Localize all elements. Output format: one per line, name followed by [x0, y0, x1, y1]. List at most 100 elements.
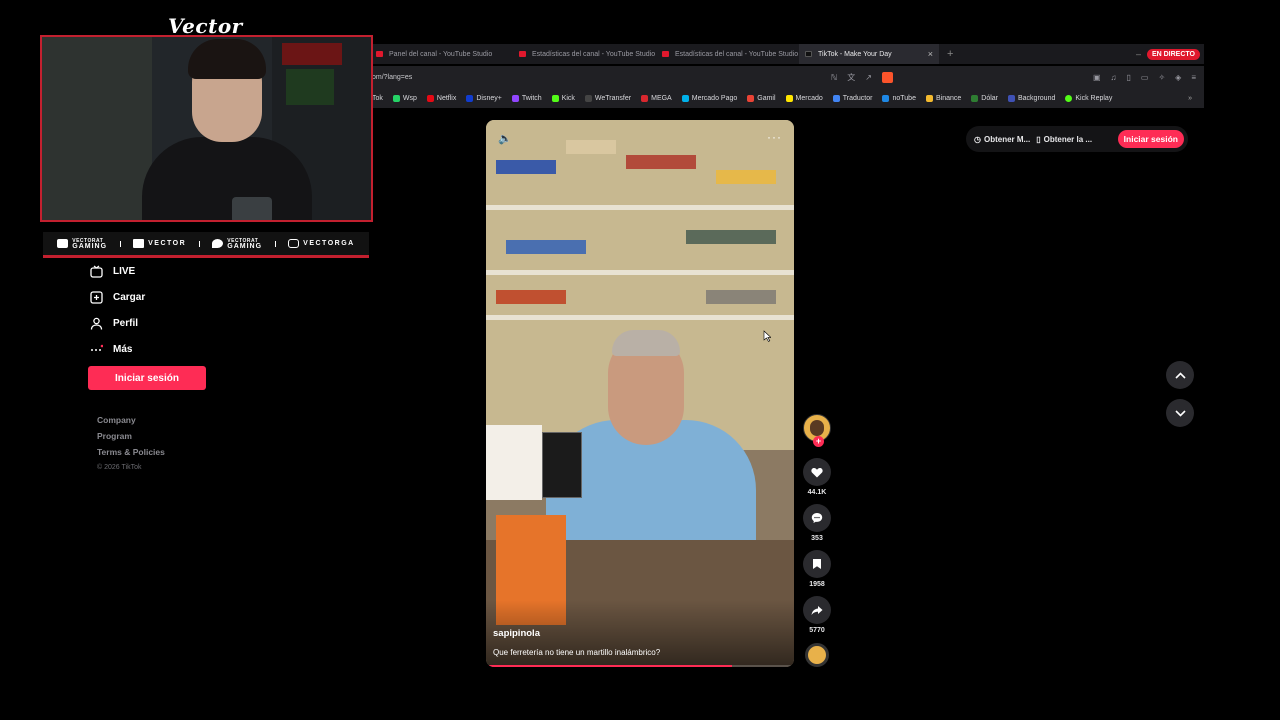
- notube-icon: [882, 94, 890, 102]
- divider: [274, 240, 276, 247]
- follow-plus-icon[interactable]: +: [813, 436, 824, 447]
- translate-icon[interactable]: 文: [847, 72, 855, 83]
- bookmark-label: Binance: [935, 94, 962, 102]
- shelf-product: [506, 240, 586, 254]
- bookmark-item[interactable]: Kick: [551, 94, 575, 102]
- get-app-label: Obtener M...: [983, 134, 1031, 144]
- shelf-product: [706, 290, 776, 304]
- url-field[interactable]: om/?lang=es: [370, 74, 412, 81]
- tiktok-favicon-icon: [805, 51, 812, 57]
- social-links-banner: VECTORAT GAMING VECTOR VECTORAT GAMING VEC…: [43, 232, 369, 258]
- minimize-icon[interactable]: –: [1136, 49, 1141, 59]
- get-app-link[interactable]: ◷ Obtener M...: [974, 135, 1030, 144]
- chevron-up-icon: [1174, 371, 1186, 379]
- sidebar-item-upload[interactable]: Cargar: [90, 284, 145, 310]
- comment-count: 353: [811, 535, 823, 542]
- bookmark-item[interactable]: Netflix: [426, 94, 457, 102]
- close-tab-icon[interactable]: ×: [928, 49, 933, 59]
- sidebar-item-profile[interactable]: Perfil: [90, 310, 145, 336]
- browser-tab-bar: Panel del canal - YouTube Studio Estadís…: [370, 44, 1204, 64]
- bookmark-item[interactable]: WeTransfer: [584, 94, 632, 102]
- background-icon: [1008, 94, 1015, 102]
- screenshot-icon[interactable]: ▣: [1093, 73, 1101, 82]
- browser-tab[interactable]: Estadísticas del canal - YouTube Studio: [656, 44, 799, 64]
- bookmark-item[interactable]: Binance: [925, 94, 962, 102]
- sidebar-item-live[interactable]: LIVE: [90, 258, 145, 284]
- netflix-icon: [426, 94, 434, 102]
- bookmark-item[interactable]: Wsp: [392, 94, 417, 102]
- bookmark-label: Twitch: [521, 94, 542, 102]
- upload-plus-icon: [90, 290, 103, 304]
- header-login-button[interactable]: Iniciar sesión: [1117, 130, 1184, 148]
- bookmark-item[interactable]: Dólar: [971, 94, 998, 102]
- video-author[interactable]: sapipinola: [493, 628, 540, 639]
- sidebar-item-label: Perfil: [113, 317, 139, 329]
- previous-video-button[interactable]: [1166, 361, 1194, 389]
- leo-ai-icon[interactable]: ✧: [1158, 73, 1165, 82]
- bookmark-item[interactable]: Twitch: [511, 94, 542, 102]
- creator-avatar[interactable]: +: [803, 414, 831, 447]
- music-icon[interactable]: ♫: [1111, 73, 1117, 82]
- footer-link-program[interactable]: Program: [97, 430, 165, 446]
- social-label: VECTOR: [148, 240, 187, 247]
- browser-tab[interactable]: Panel del canal - YouTube Studio: [370, 44, 513, 64]
- comment-button[interactable]: [803, 504, 831, 532]
- divider: [119, 240, 121, 247]
- address-bar: om/?lang=es ℕ 文 ↗ ▣ ♫ ▯ ▭ ✧ ◈ ≡: [370, 66, 1204, 88]
- music-disc-icon[interactable]: [805, 643, 829, 667]
- next-video-button[interactable]: [1166, 399, 1194, 427]
- share-button[interactable]: [803, 596, 831, 624]
- footer-link-terms[interactable]: Terms & Policies: [97, 446, 165, 462]
- bookmark-label: Netflix: [436, 94, 457, 102]
- menu-icon[interactable]: ≡: [1191, 73, 1196, 82]
- video-caption: Que ferretería no tiene un martillo inal…: [493, 648, 661, 657]
- sound-icon[interactable]: 🔈: [498, 132, 512, 145]
- brave-shield-icon[interactable]: [881, 71, 893, 83]
- more-bookmarks-icon[interactable]: »: [1188, 95, 1192, 102]
- shopkeeper-hair: [612, 330, 680, 356]
- bookmark-label: Tok: [372, 94, 383, 102]
- dollar-icon: [971, 94, 979, 102]
- video-progress-bar[interactable]: [486, 665, 794, 667]
- app-icon: ◷: [974, 134, 981, 144]
- bookmark-label: Kick Replay: [1075, 94, 1113, 102]
- social-twitter: VECTORAT GAMING: [212, 238, 262, 250]
- bookmark-item[interactable]: Mercado Pago: [681, 94, 737, 102]
- shelf-product: [566, 140, 616, 154]
- video-player[interactable]: 🔈 ··· sapipinola Que ferretería no tiene…: [486, 120, 794, 667]
- reader-mode-icon[interactable]: ℕ: [831, 73, 837, 82]
- bookmark-item[interactable]: Gamil: [747, 94, 776, 102]
- sidebar-login-button[interactable]: Iniciar sesión: [88, 366, 206, 390]
- bookmark-item[interactable]: Disney+: [466, 94, 502, 102]
- store-sign: [542, 432, 582, 498]
- get-desktop-link[interactable]: ▯ Obtener la ...: [1036, 135, 1092, 144]
- bookmark-item[interactable]: MEGA: [641, 94, 672, 102]
- sidebar-item-label: Cargar: [113, 291, 146, 303]
- bookmark-item[interactable]: Traductor: [832, 94, 872, 102]
- streamer-body: [142, 137, 312, 220]
- more-options-icon[interactable]: ···: [767, 130, 782, 144]
- heart-icon: [811, 467, 823, 477]
- browser-tab[interactable]: Estadísticas del canal - YouTube Studio: [513, 44, 656, 64]
- browser-tab-active[interactable]: TikTok - Make Your Day ×: [799, 44, 939, 64]
- wallet-icon[interactable]: ▭: [1141, 73, 1149, 82]
- share-arrow-icon: [811, 605, 823, 615]
- new-tab-icon[interactable]: +: [947, 48, 953, 60]
- like-button[interactable]: [803, 458, 831, 486]
- bookmark-item[interactable]: Kick Replay: [1065, 94, 1113, 102]
- save-button[interactable]: [803, 550, 831, 578]
- bookmark-item[interactable]: Tok: [372, 95, 383, 102]
- sidebar-nav: LIVE Cargar Perfil Más: [90, 258, 145, 362]
- live-tv-icon: [90, 265, 103, 278]
- sidebar-item-more[interactable]: Más: [90, 336, 145, 362]
- footer-link-company[interactable]: Company: [97, 414, 165, 430]
- bookmark-item[interactable]: Background: [1008, 94, 1055, 102]
- vpn-icon[interactable]: ◈: [1175, 73, 1181, 82]
- sidebar-icon[interactable]: ▯: [1127, 73, 1131, 82]
- bookmark-item[interactable]: noTube: [882, 94, 916, 102]
- cam-background: [42, 37, 152, 220]
- bookmark-item[interactable]: Mercado: [785, 94, 823, 102]
- share-icon[interactable]: ↗: [865, 73, 872, 82]
- tab-label: Panel del canal - YouTube Studio: [389, 50, 493, 58]
- bookmark-label: WeTransfer: [594, 94, 632, 102]
